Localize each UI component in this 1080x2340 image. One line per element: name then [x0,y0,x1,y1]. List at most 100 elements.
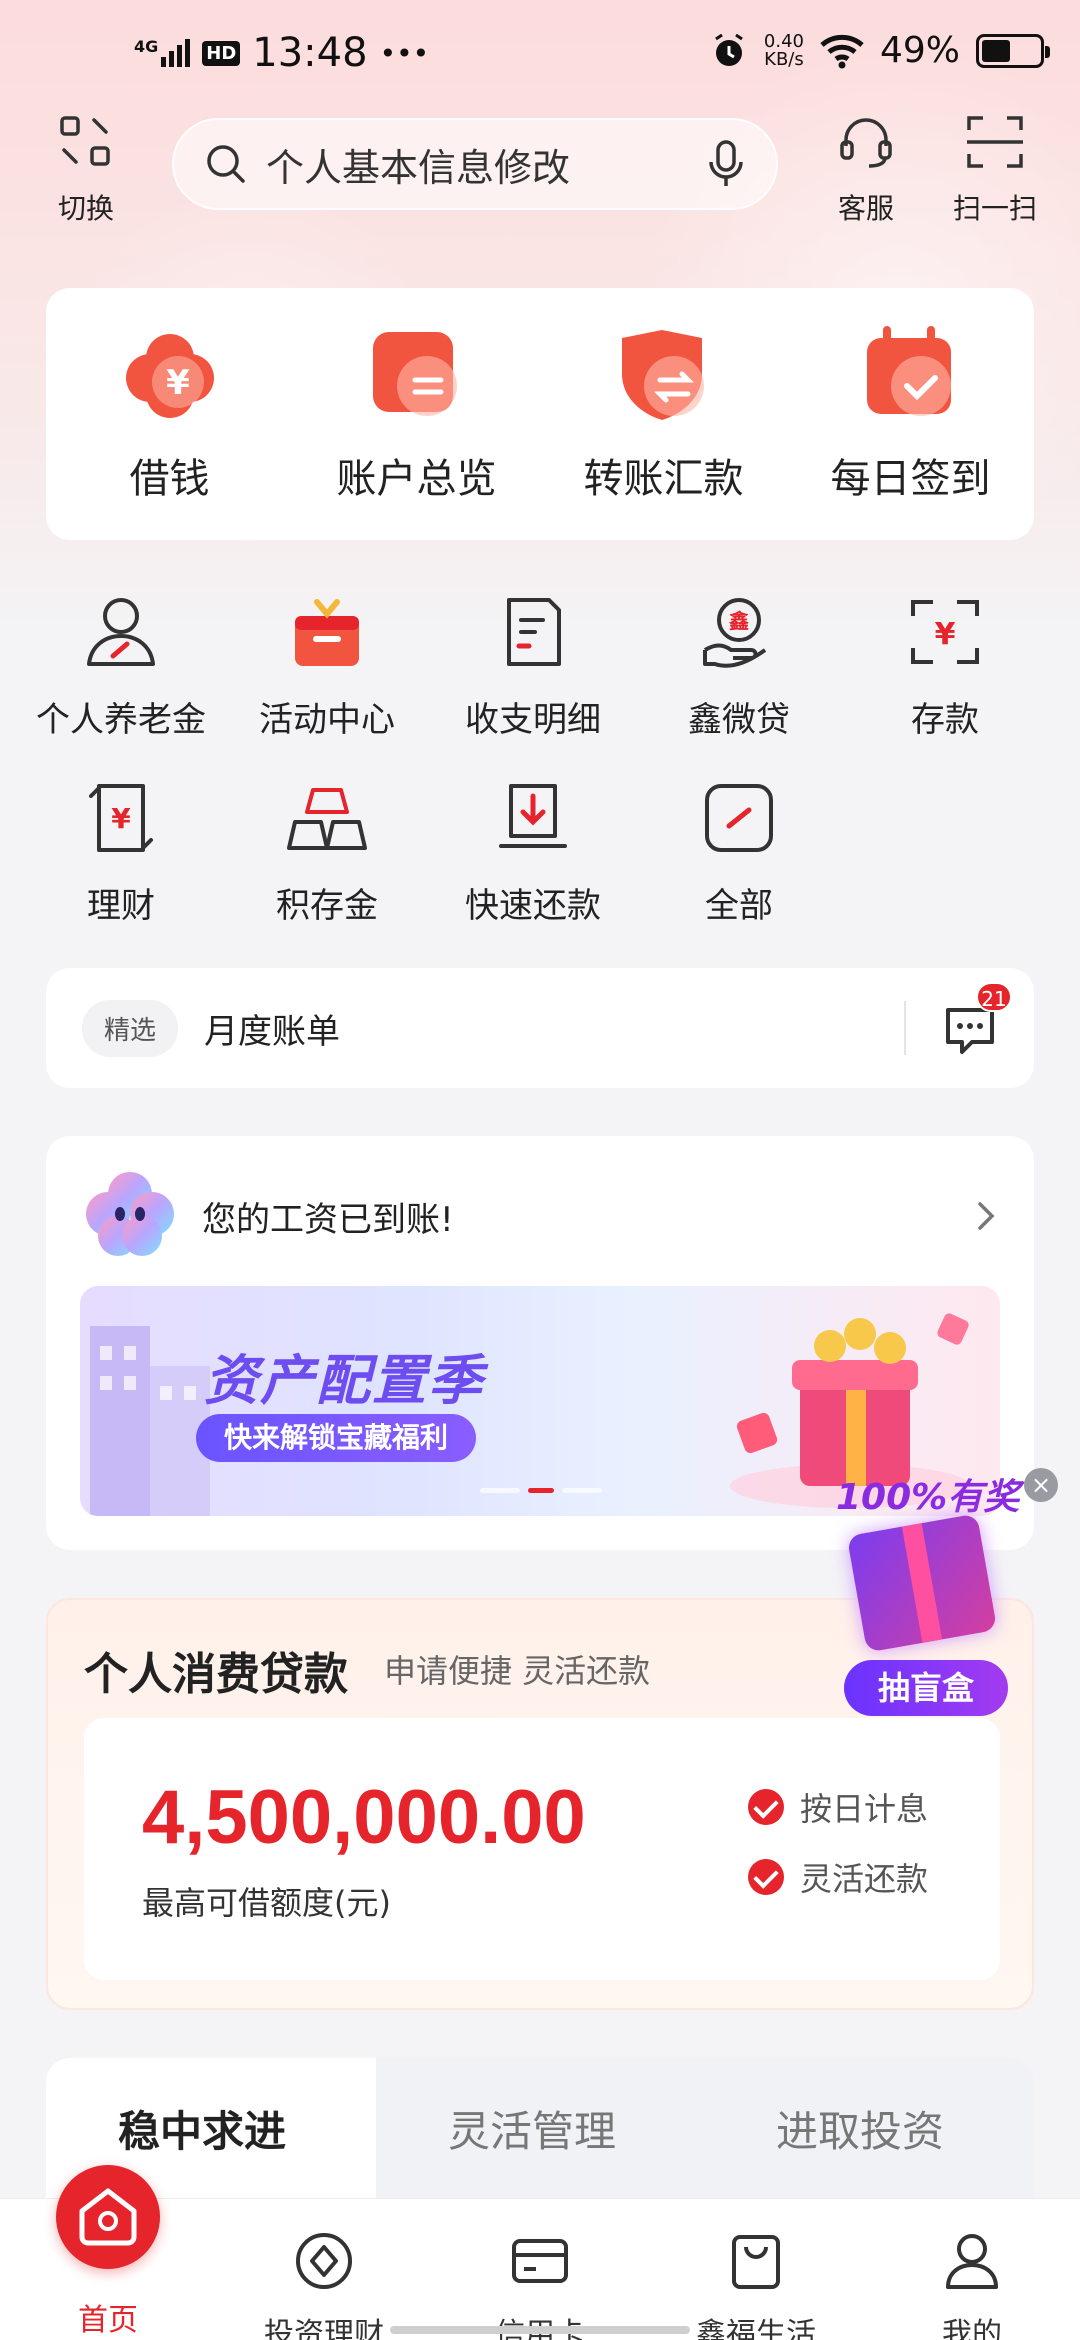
gift-box-icon [295,599,359,666]
search-placeholder: 个人基本信息修改 [266,145,571,190]
gold-bars-icon [287,788,367,850]
svg-text:¥: ¥ [166,363,190,403]
loan-amount-panel: 4,500,000.00 最高可借额度(元) 按日计息 灵活还款 [84,1718,1000,1980]
quick-transfer[interactable]: 转账汇款 [559,324,769,504]
quick-label: 借钱 [129,456,210,502]
loan-feature: 按日计息 [748,1784,928,1830]
grid-label: 快速还款 [465,886,601,926]
home-icon [79,2188,137,2246]
loan-hand-icon: 鑫 [703,598,767,668]
grid-item-statement[interactable]: 收支明细 [430,584,636,770]
user-icon [946,2234,998,2289]
notice-text: 月度账单 [204,1011,341,1052]
home-button-bg [56,2165,160,2269]
loan-amount: 4,500,000.00 [142,1775,586,1860]
search-bar[interactable]: 个人基本信息修改 [172,118,778,210]
loan-amount-label: 最高可借额度(元) [142,1884,391,1922]
grid-label: 个人养老金 [36,700,206,740]
grid-item-pension[interactable]: 个人养老金 [18,584,224,770]
bottom-navigation: 首页 投资理财 信用卡 鑫福生活 我的 [0,2165,1080,2340]
scan-label: 扫一扫 [952,192,1037,225]
draw-blind-box-button[interactable]: 抽盲盒 [844,1660,1008,1716]
transfer-icon [621,330,704,420]
quick-label: 账户总览 [336,456,497,502]
grid-item-micro-loan[interactable]: 鑫 鑫微贷 [636,584,842,770]
scan-button[interactable]: 扫一扫 [940,110,1050,227]
quick-borrow[interactable]: ¥ 借钱 [65,324,275,504]
grid-label: 存款 [911,700,979,740]
deposit-icon: ¥ [911,600,979,664]
svg-text:鑫: 鑫 [729,609,749,633]
switch-button[interactable]: 切换 [36,110,136,227]
featured-tag: 精选 [82,999,179,1057]
alarm-icon [715,33,743,66]
search-icon [207,145,245,183]
salary-text: 您的工资已到账! [202,1199,454,1240]
repay-icon [499,784,567,848]
grid-item-all[interactable]: 全部 [636,770,842,956]
check-icon [748,1789,784,1825]
scan-icon [967,116,1023,168]
tab-flexible[interactable]: 灵活管理 [448,2098,616,2159]
all-icon [705,784,773,852]
wealth-icon: ¥ [89,784,153,852]
investment-icon [296,2233,352,2289]
nav-label: 我的 [942,2317,1002,2340]
chevron-right-icon [978,1202,995,1230]
unread-badge: 21 [976,982,1012,1012]
nav-life[interactable]: 鑫福生活 [656,2199,856,2340]
salary-notice[interactable]: 您的工资已到账! [82,1166,998,1266]
message-button[interactable]: 21 [942,982,1012,1056]
blind-box-float[interactable]: 100%有奖 × 抽盲盒 [796,1460,1080,1720]
investment-tabs: 稳中求进 灵活管理 进取投资 [46,2058,1034,2198]
quick-account-overview[interactable]: 账户总览 [312,324,522,504]
grid-label: 全部 [705,886,773,926]
nav-investment[interactable]: 投资理财 [224,2199,424,2340]
hd-icon: HD [202,40,241,66]
quick-actions-card: ¥ 借钱 账户总览 转账汇款 每日签到 [46,288,1034,540]
switch-label: 切换 [57,192,114,225]
person-pension-icon [87,598,155,666]
nav-credit-card[interactable]: 信用卡 [440,2199,640,2340]
grid-item-wealth[interactable]: ¥ 理财 [18,770,224,956]
grid-label: 鑫微贷 [688,700,790,740]
banner-title: 资产配置季 [204,1349,484,1412]
loan-feature: 灵活还款 [748,1854,928,1900]
battery-percent: 49% [879,30,960,71]
grid-item-quick-repay[interactable]: 快速还款 [430,770,636,956]
svg-text:¥: ¥ [935,617,956,652]
service-label: 客服 [837,192,894,225]
checkin-calendar-icon [866,326,951,416]
grid-item-deposit[interactable]: ¥ 存款 [842,584,1048,770]
microphone-icon[interactable] [706,140,746,188]
mascot-icon [86,1172,174,1256]
grid-item-gold[interactable]: 积存金 [224,770,430,956]
yuan-flower-icon: ¥ [125,334,214,418]
grid-label: 收支明细 [465,700,601,740]
featured-notice-bar[interactable]: 精选 月度账单 21 [46,968,1034,1088]
customer-service-button[interactable]: 客服 [816,110,916,227]
nav-label: 信用卡 [440,2309,640,2340]
service-grid: 个人养老金 活动中心 收支明细 鑫 鑫微贷 ¥ 存款 ¥ 理财 积存金 快速还款… [18,584,1062,956]
signal-icon: 4G [134,39,191,67]
grid-item-activity[interactable]: 活动中心 [224,584,430,770]
tab-aggressive[interactable]: 进取投资 [776,2098,944,2159]
headset-icon [840,118,892,168]
check-icon [748,1859,784,1895]
status-bar: 4G HD 13:48 ••• 0.40 KB/s 49% [0,30,1080,90]
nav-mine[interactable]: 我的 [872,2199,1072,2340]
quick-label: 转账汇款 [583,456,744,502]
quick-daily-checkin[interactable]: 每日签到 [806,324,1016,504]
tab-steady[interactable]: 稳中求进 [118,2098,286,2159]
shopping-bag-icon [732,2235,780,2289]
battery-icon [976,33,1050,68]
divider [904,1001,906,1055]
close-icon[interactable]: × [1024,1468,1058,1502]
loan-subtitle: 申请便捷 灵活还款 [384,1652,651,1690]
status-more: ••• [379,36,430,70]
banner-subtitle: 快来解锁宝藏福利 [196,1414,477,1462]
nav-label: 首页 [78,2303,138,2338]
network-speed: 0.40 KB/s [763,30,804,70]
nav-label: 鑫福生活 [696,2317,816,2340]
grid-label: 活动中心 [259,700,395,740]
